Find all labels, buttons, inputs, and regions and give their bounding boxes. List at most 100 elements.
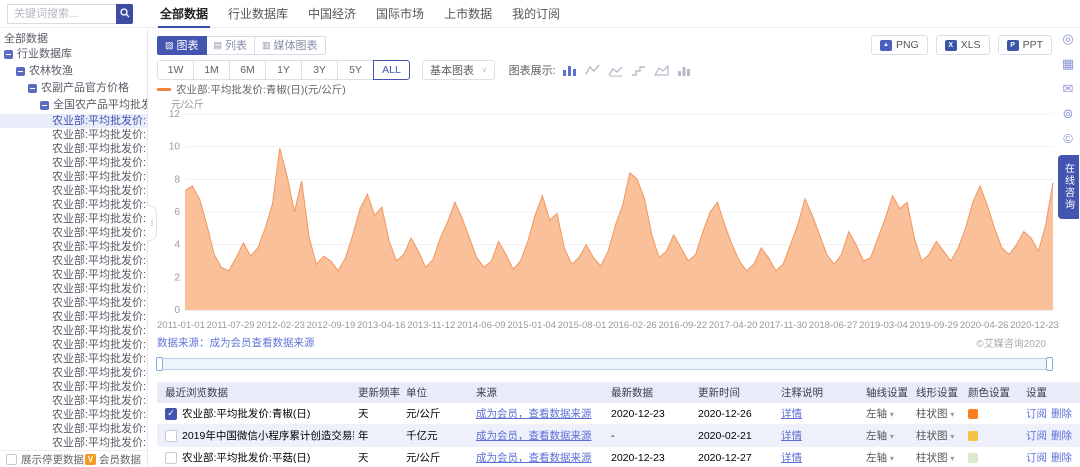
tree-item[interactable]: 农业部:平均批发价:香菇(日): [0, 352, 147, 366]
detail-link[interactable]: 详情: [781, 406, 802, 421]
linetype-select[interactable]: 柱状图 ▾: [916, 406, 954, 421]
detail-link[interactable]: 详情: [781, 428, 802, 443]
export-xls-button[interactable]: X XLS: [935, 35, 990, 55]
x-axis-tick-label: 2015-08-01: [557, 320, 607, 331]
series-color-chip[interactable]: [968, 452, 978, 463]
nav-tab-行业数据库[interactable]: 行业数据库: [218, 0, 298, 28]
range-button-1M[interactable]: 1M: [193, 60, 230, 80]
view-button-媒体图表[interactable]: ▥ 媒体图表: [254, 35, 326, 55]
range-button-1W[interactable]: 1W: [157, 60, 194, 80]
chart-datazoom-slider[interactable]: [156, 357, 1053, 371]
range-button-5Y[interactable]: 5Y: [337, 60, 374, 80]
subscribe-link[interactable]: 订阅: [1026, 428, 1047, 443]
tree-item[interactable]: 农业部:平均批发价:菠菜(日): [0, 184, 147, 198]
about-icon[interactable]: ©: [1063, 132, 1073, 145]
tree-item[interactable]: 农业部:平均批发价:大白菜(日): [0, 198, 147, 212]
axis-select[interactable]: 左轴 ▾: [866, 450, 894, 465]
tree-item[interactable]: 农业部:平均批发价:油菜(日): [0, 338, 147, 352]
tree-item[interactable]: 农业部:平均批发价:青椒(日): [0, 114, 147, 128]
histogram-icon[interactable]: [677, 63, 693, 77]
tree-item[interactable]: 农业部:平均批发价:鸭梨(日): [0, 254, 147, 268]
step-line-icon[interactable]: [631, 63, 647, 77]
tree-item[interactable]: 农业部:平均批发价:大葱(日): [0, 212, 147, 226]
tree-item[interactable]: 农业部:平均批发价:富士苹果(日): [0, 380, 147, 394]
tree-item[interactable]: 农业部:平均批发价:平菇(日): [0, 366, 147, 380]
linetype-select[interactable]: 柱状图 ▾: [916, 450, 954, 465]
area-line-icon[interactable]: [608, 63, 624, 77]
range-button-ALL[interactable]: ALL: [373, 60, 410, 80]
linetype-select[interactable]: 柱状图 ▾: [916, 428, 954, 443]
bar-chart-icon[interactable]: [562, 63, 578, 77]
search-input[interactable]: [7, 3, 116, 24]
row-checkbox[interactable]: [165, 429, 177, 442]
tree-item[interactable]: 农业部:平均批发价:大带鱼(日): [0, 422, 147, 436]
member-source-link[interactable]: 成为会员，查看数据来源: [476, 428, 592, 443]
nav-tab-上市数据[interactable]: 上市数据: [434, 0, 502, 28]
tree-item[interactable]: 农林牧渔: [0, 63, 147, 80]
x-axis-tick-label: 2014-06-09: [457, 320, 506, 331]
tree-item[interactable]: 农副产品官方价格: [0, 80, 147, 97]
message-icon[interactable]: ✉: [1063, 82, 1074, 95]
member-source-link[interactable]: 成为会员，查看数据来源: [476, 406, 592, 421]
tree-item[interactable]: 农业部:平均批发价:蒜头(日): [0, 408, 147, 422]
member-source-link[interactable]: 成为会员，查看数据来源: [476, 450, 592, 465]
tree-item[interactable]: 农业部:平均批发价:韭菜(日): [0, 226, 147, 240]
nav-tab-国际市场[interactable]: 国际市场: [366, 0, 434, 28]
collapse-node-icon[interactable]: [40, 101, 49, 110]
online-consult-tab[interactable]: 在线咨询: [1057, 155, 1079, 219]
datazoom-left-handle[interactable]: [156, 357, 163, 371]
tree-item[interactable]: 全国农产品平均批发价格:农业: [0, 97, 147, 114]
tree-item[interactable]: 农业部:平均批发价:芹菜(日): [0, 240, 147, 254]
tree-item[interactable]: 农业部:平均批发价:洋白菜(日): [0, 324, 147, 338]
tree-item[interactable]: 农业部:平均批发价:活草鱼(日): [0, 296, 147, 310]
nav-tab-我的订阅[interactable]: 我的订阅: [502, 0, 570, 28]
linetype-select: 柱状图 ▾: [912, 450, 964, 465]
subscribe-link[interactable]: 订阅: [1026, 450, 1047, 465]
nav-tab-中国经济[interactable]: 中国经济: [298, 0, 366, 28]
tree-item[interactable]: 农业部:平均批发价:鸡蛋(日): [0, 394, 147, 408]
export-png-button[interactable]: ▲ PNG: [870, 35, 928, 55]
view-button-图表[interactable]: ▨ 图表: [157, 35, 207, 55]
data-source-link[interactable]: 数据来源：成为会员查看数据来源: [157, 335, 315, 350]
collapse-node-icon[interactable]: [4, 50, 13, 59]
series-color-chip[interactable]: [968, 408, 978, 419]
sidebar-collapse-handle[interactable]: ⁞⁞: [147, 205, 157, 241]
svg-text:2: 2: [174, 272, 180, 283]
tree-item[interactable]: 农业部:平均批发价:巨峰葡萄(日): [0, 436, 147, 450]
tree-item[interactable]: 农业部:平均批发价:白萝卜(日): [0, 282, 147, 296]
tree-item[interactable]: 农业部:平均批发价:西红柿(日): [0, 156, 147, 170]
search-button[interactable]: [116, 3, 133, 24]
show-stopped-data-checkbox[interactable]: [6, 453, 17, 465]
datazoom-right-handle[interactable]: [1046, 357, 1053, 371]
chart-legend[interactable]: 农业部:平均批发价:青椒(日)(元/公斤): [157, 83, 1080, 96]
group-icon[interactable]: ⊚: [1063, 107, 1074, 120]
range-button-3Y[interactable]: 3Y: [301, 60, 338, 80]
calendar-icon[interactable]: ▦: [1062, 57, 1074, 70]
tree-item[interactable]: 农业部:平均批发价:羊肉(日): [0, 268, 147, 282]
nav-tab-全部数据[interactable]: 全部数据: [150, 0, 218, 28]
export-ppt-button[interactable]: P PPT: [997, 35, 1052, 55]
tree-item[interactable]: 农业部:平均批发价:生菜(日): [0, 310, 147, 324]
list-icon: ▤: [213, 39, 223, 50]
tree-item[interactable]: 农业部:平均批发价:莴笋(日): [0, 142, 147, 156]
series-color-chip[interactable]: [968, 430, 978, 441]
axis-select[interactable]: 左轴 ▾: [866, 428, 894, 443]
subscribe-link[interactable]: 订阅: [1026, 406, 1047, 421]
detail-link[interactable]: 详情: [781, 450, 802, 465]
row-checkbox[interactable]: ✓: [165, 407, 177, 420]
tree-item[interactable]: 全部数据: [0, 32, 147, 46]
range-button-1Y[interactable]: 1Y: [265, 60, 302, 80]
axis-select[interactable]: 左轴 ▾: [866, 406, 894, 421]
chart-type-select[interactable]: 基本图表 ˅: [422, 60, 495, 80]
tree-item[interactable]: 农业部:平均批发价:土豆(日): [0, 128, 147, 142]
area-outline-icon[interactable]: [653, 63, 670, 77]
collapse-node-icon[interactable]: [16, 67, 25, 76]
tree-item[interactable]: 农业部:平均批发价:西葫芦(日): [0, 170, 147, 184]
row-checkbox[interactable]: [165, 451, 177, 464]
range-button-6M[interactable]: 6M: [229, 60, 266, 80]
tree-item[interactable]: 行业数据库: [0, 46, 147, 63]
view-button-列表[interactable]: ▤ 列表: [205, 35, 256, 55]
collapse-node-icon[interactable]: [28, 84, 37, 93]
line-chart-icon[interactable]: [585, 63, 601, 77]
service-icon[interactable]: ◎: [1062, 32, 1073, 45]
